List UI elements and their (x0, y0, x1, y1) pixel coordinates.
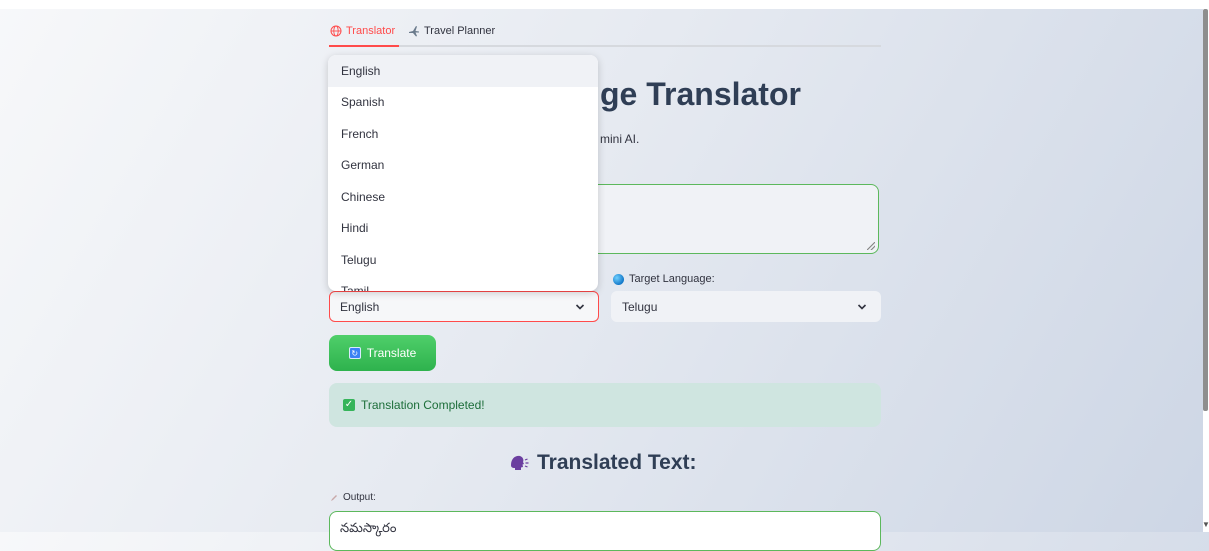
refresh-icon: ↻ (348, 347, 361, 359)
speaking-head-icon (511, 455, 529, 470)
dropdown-option[interactable]: Chinese (328, 181, 598, 213)
dropdown-option[interactable]: English (328, 55, 598, 87)
source-language-value: English (340, 299, 380, 314)
output-label-text: Output: (343, 492, 376, 503)
source-language-dropdown: English Spanish French German Chinese Hi… (328, 55, 598, 291)
check-icon: ✓ (343, 399, 355, 411)
translated-text-heading: Translated Text: (508, 451, 697, 475)
source-language-select[interactable]: English (329, 291, 599, 322)
success-alert: ✓ Translation Completed! (329, 383, 881, 427)
dropdown-option[interactable]: Telugu (328, 244, 598, 276)
earth-icon (613, 273, 624, 285)
translate-button[interactable]: ↻ Translate (329, 335, 436, 371)
dropdown-option[interactable]: German (328, 150, 598, 182)
target-language-label: Target Language: (613, 273, 715, 285)
resize-handle[interactable] (867, 242, 875, 250)
dropdown-option[interactable]: Spanish (328, 87, 598, 119)
dropdown-option[interactable]: Tamil (328, 276, 598, 291)
scroll-down-arrow-icon[interactable]: ▼ (1202, 520, 1209, 529)
translate-button-label: Translate (366, 346, 417, 360)
scrollbar-thumb[interactable] (1203, 9, 1208, 411)
chevron-down-icon (857, 304, 867, 310)
page-title: ge Translator (600, 76, 801, 112)
translated-text-heading-label: Translated Text: (537, 451, 697, 474)
tab-translator-label: Translator (346, 25, 396, 37)
tab-travel-planner-label: Travel Planner (424, 25, 496, 37)
target-language-select[interactable]: Telugu (611, 291, 881, 322)
output-text-area[interactable]: నమస్కారం (329, 511, 881, 551)
output-text: నమస్కారం (340, 520, 397, 535)
chevron-down-icon (575, 304, 585, 310)
pencil-icon (331, 494, 337, 501)
target-language-value: Telugu (622, 299, 658, 314)
success-message: Translation Completed! (361, 398, 485, 412)
target-language-label-text: Target Language: (629, 273, 715, 285)
tab-bar: Translator Travel Planner (329, 17, 881, 47)
output-label: Output: (330, 492, 376, 503)
globe-icon (329, 25, 342, 38)
tab-travel-planner[interactable]: Travel Planner (407, 17, 495, 45)
airplane-icon (407, 25, 420, 38)
dropdown-option[interactable]: French (328, 118, 598, 150)
dropdown-option[interactable]: Hindi (328, 213, 598, 245)
tab-translator[interactable]: Translator (329, 17, 400, 47)
browser-top-strip (0, 0, 1209, 9)
page-subtitle: mini AI. (600, 132, 640, 146)
